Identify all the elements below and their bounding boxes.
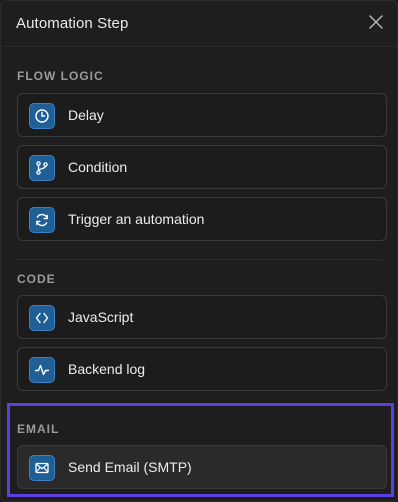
step-item-label: JavaScript <box>68 309 134 325</box>
section-label-flow-logic: FLOW LOGIC <box>17 69 104 83</box>
section-label-code: CODE <box>17 272 56 286</box>
step-item-javascript[interactable]: JavaScript <box>17 295 387 339</box>
step-item-delay[interactable]: Delay <box>17 93 387 137</box>
step-item-backend-log[interactable]: Backend log <box>17 347 387 391</box>
section-divider <box>16 259 382 260</box>
step-item-label: Send Email (SMTP) <box>68 459 192 475</box>
clock-icon <box>29 103 55 129</box>
step-item-trigger-automation[interactable]: Trigger an automation <box>17 197 387 241</box>
step-item-label: Delay <box>68 107 104 123</box>
close-icon[interactable] <box>369 15 383 29</box>
step-item-send-email-smtp[interactable]: Send Email (SMTP) <box>17 445 387 489</box>
step-item-condition[interactable]: Condition <box>17 145 387 189</box>
panel-title: Automation Step <box>16 15 129 32</box>
automation-step-panel: Automation Step FLOW LOGIC Delay Conditi… <box>0 0 398 502</box>
branch-icon <box>29 155 55 181</box>
step-item-label: Trigger an automation <box>68 211 205 227</box>
panel-header: Automation Step <box>1 1 397 47</box>
step-item-label: Condition <box>68 159 128 175</box>
refresh-icon <box>29 207 55 233</box>
pulse-icon <box>29 357 55 383</box>
mail-icon <box>29 455 55 481</box>
section-label-email: EMAIL <box>17 422 60 436</box>
code-icon <box>29 305 55 331</box>
step-item-label: Backend log <box>68 361 146 377</box>
